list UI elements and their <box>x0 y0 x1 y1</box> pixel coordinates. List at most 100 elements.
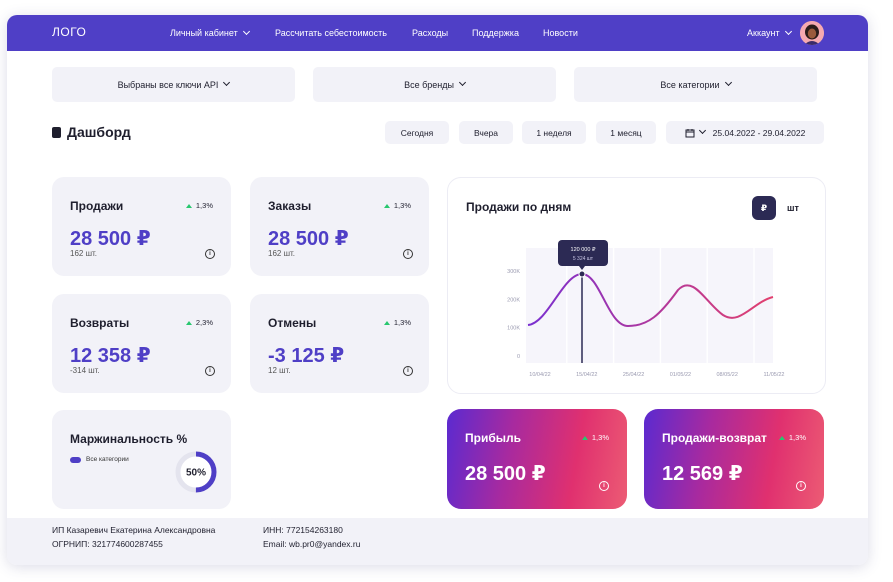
card-title: Продажи-возврат <box>662 431 767 445</box>
trend-value: 1,3% <box>788 433 806 442</box>
footer-company-name: ИП Казаревич Екатерина Александровна <box>52 525 216 535</box>
trend-value: 2,3% <box>195 318 213 327</box>
period-week-button[interactable]: 1 неделя <box>522 121 586 144</box>
y-tick-label: 0 <box>517 354 520 360</box>
hover-point <box>578 270 586 278</box>
x-tick-label: 10/04/22 <box>529 372 550 378</box>
returns-card: Возвраты 2,3% 12 358 ₽ -314 шт. i <box>52 294 231 393</box>
app-window: ЛОГО Личный кабинет Рассчитать себестоим… <box>7 15 868 565</box>
profit-card: Прибыль 1,3% 28 500 ₽ i <box>447 409 627 509</box>
trend-up-icon <box>778 435 785 440</box>
sales-line-chart: 300K 200K 100K 0 10/04/22 15/04/22 25/04/22 01… <box>507 240 785 378</box>
tooltip-count: 5 324 шт <box>573 256 594 262</box>
trend-badge: 1,3% <box>778 433 806 442</box>
api-keys-select[interactable]: Выбраны все ключи API <box>52 67 295 102</box>
card-value: 12 569 ₽ <box>662 463 743 485</box>
info-icon[interactable]: i <box>599 481 609 491</box>
card-title: Продажи <box>70 199 124 213</box>
card-value: 28 500 ₽ <box>70 228 151 250</box>
categories-select[interactable]: Все категории <box>574 67 817 102</box>
card-value: 28 500 ₽ <box>465 463 546 485</box>
info-icon[interactable]: i <box>403 249 413 259</box>
card-value: 12 358 ₽ <box>70 345 151 367</box>
page-title: Дашборд <box>52 124 131 140</box>
trend-badge: 1,3% <box>383 201 411 210</box>
trend-badge: 1,3% <box>383 318 411 327</box>
card-value: -3 125 ₽ <box>268 345 345 367</box>
legend-label: Все категории <box>86 456 129 463</box>
api-keys-select-label: Выбраны все ключи API <box>117 79 219 90</box>
trend-value: 1,3% <box>393 201 411 210</box>
chevron-down-icon <box>784 27 792 36</box>
tooltip-box <box>558 240 608 266</box>
donut-percent: 50% <box>186 468 206 479</box>
briefcase-icon <box>52 126 61 138</box>
trend-up-icon <box>581 435 588 440</box>
trend-badge: 1,3% <box>185 201 213 210</box>
card-title: Прибыль <box>465 431 521 445</box>
info-icon[interactable]: i <box>796 481 806 491</box>
nav-personal-account-label: Личный кабинет <box>170 28 238 38</box>
trend-up-icon <box>383 203 390 208</box>
footer-email[interactable]: Email: wb.pr0@yandex.ru <box>263 539 360 549</box>
y-tick-label: 300K <box>507 269 520 275</box>
tooltip-value: 120 000 ₽ <box>571 246 596 253</box>
chevron-down-icon <box>223 78 231 87</box>
trend-badge: 1,3% <box>581 433 609 442</box>
x-tick-label: 11/05/22 <box>763 372 784 378</box>
period-today-button[interactable]: Сегодня <box>385 121 449 144</box>
card-title: Отмены <box>268 316 317 330</box>
sales-minus-returns-card: Продажи-возврат 1,3% 12 569 ₽ i <box>644 409 824 509</box>
logo[interactable]: ЛОГО <box>52 25 86 39</box>
nav-news[interactable]: Новости <box>543 28 578 38</box>
x-tick-label: 08/05/22 <box>716 372 737 378</box>
period-yesterday-button[interactable]: Вчера <box>459 121 513 144</box>
avatar[interactable] <box>800 21 824 45</box>
account-menu[interactable]: Аккаунт <box>747 27 792 38</box>
date-range-text: 25.04.2022 - 29.04.2022 <box>712 127 806 138</box>
footer-inn: ИНН: 772154263180 <box>263 525 343 535</box>
calendar-icon <box>685 128 695 137</box>
margin-legend: Все категории <box>70 456 129 463</box>
nav-cost-calculation[interactable]: Рассчитать себестоимость <box>275 28 387 38</box>
x-tick-label: 25/04/22 <box>623 372 644 378</box>
trend-up-icon <box>185 320 192 325</box>
legend-swatch <box>70 456 81 463</box>
card-subvalue: 162 шт. <box>268 249 295 258</box>
card-subvalue: -314 шт. <box>70 366 100 375</box>
trend-badge: 2,3% <box>185 318 213 327</box>
period-month-button[interactable]: 1 месяц <box>596 121 656 144</box>
margin-donut: 50% <box>175 451 217 493</box>
info-icon[interactable]: i <box>205 366 215 376</box>
nav-support[interactable]: Поддержка <box>472 28 519 38</box>
card-value: 28 500 ₽ <box>268 228 349 250</box>
card-title: Маржинальность % <box>70 432 188 446</box>
info-icon[interactable]: i <box>205 249 215 259</box>
brands-select[interactable]: Все бренды <box>313 67 556 102</box>
trend-value: 1,3% <box>393 318 411 327</box>
info-icon[interactable]: i <box>403 366 413 376</box>
cancellations-card: Отмены 1,3% -3 125 ₽ 12 шт. i <box>250 294 429 393</box>
account-label: Аккаунт <box>747 28 780 38</box>
sales-by-day-card: Продажи по дням ₽ шт 300K 200K 100K 0 10/04… <box>447 177 826 394</box>
sales-card: Продажи 1,3% 28 500 ₽ 162 шт. i <box>52 177 231 276</box>
card-title: Заказы <box>268 199 312 213</box>
categories-select-label: Все категории <box>660 79 720 90</box>
x-tick-label: 01/05/22 <box>670 372 691 378</box>
trend-up-icon <box>383 320 390 325</box>
chevron-down-icon <box>242 27 250 36</box>
avatar-image <box>800 21 824 45</box>
main-content: Выбраны все ключи API Все бренды Все кат… <box>7 51 868 518</box>
footer: ИП Казаревич Екатерина Александровна ОГР… <box>7 518 868 565</box>
top-navbar: ЛОГО Личный кабинет Рассчитать себестоим… <box>7 15 868 51</box>
page-title-text: Дашборд <box>67 124 131 140</box>
trend-up-icon <box>185 203 192 208</box>
brands-select-label: Все бренды <box>404 79 454 90</box>
nav-expenses[interactable]: Расходы <box>412 28 448 38</box>
date-range-picker[interactable]: 25.04.2022 - 29.04.2022 <box>666 121 824 144</box>
card-subvalue: 12 шт. <box>268 366 291 375</box>
y-tick-label: 200K <box>507 297 520 303</box>
trend-value: 1,3% <box>591 433 609 442</box>
chevron-down-icon <box>698 126 706 135</box>
nav-personal-account[interactable]: Личный кабинет <box>170 27 250 38</box>
